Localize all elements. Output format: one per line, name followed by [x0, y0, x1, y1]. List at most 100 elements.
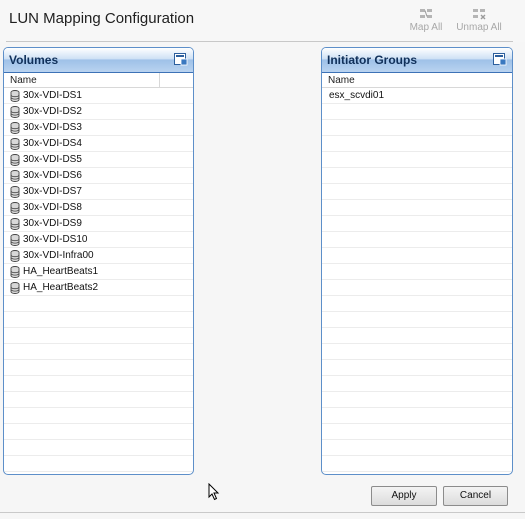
- list-item[interactable]: 30x-VDI-DS4: [4, 136, 193, 152]
- empty-row: [322, 200, 512, 216]
- list-item[interactable]: 30x-VDI-Infra00: [4, 248, 193, 264]
- empty-row: [4, 456, 193, 472]
- database-icon: [10, 282, 20, 294]
- volumes-panel-title: Volumes: [9, 53, 59, 67]
- empty-row: [4, 296, 193, 312]
- empty-row: [322, 296, 512, 312]
- empty-row: [4, 408, 193, 424]
- volumes-column-header[interactable]: Name: [4, 73, 193, 88]
- map-all-button[interactable]: Map All: [404, 6, 448, 36]
- empty-row: [322, 408, 512, 424]
- database-icon: [10, 266, 20, 278]
- map-all-label: Map All: [409, 22, 443, 33]
- panel-options-icon[interactable]: [174, 53, 188, 66]
- database-icon: [10, 138, 20, 150]
- header-divider: [6, 41, 513, 42]
- list-item-label: 30x-VDI-DS9: [23, 218, 82, 229]
- empty-row: [322, 440, 512, 456]
- empty-row: [4, 440, 193, 456]
- list-item-label: 30x-VDI-DS7: [23, 186, 82, 197]
- list-item-label: 30x-VDI-DS8: [23, 202, 82, 213]
- empty-row: [322, 168, 512, 184]
- list-item-label: 30x-VDI-DS1: [23, 90, 82, 101]
- initiator-groups-panel-header: Initiator Groups: [322, 48, 512, 73]
- empty-row: [322, 152, 512, 168]
- panel-options-icon[interactable]: [493, 53, 507, 66]
- empty-row: [322, 344, 512, 360]
- volumes-list: 30x-VDI-DS1 30x-VDI-DS2 30x-VDI-DS3 30x-VDI…: [4, 88, 193, 472]
- window-header: LUN Mapping Configuration Map All Unmap …: [0, 0, 525, 42]
- list-item[interactable]: 30x-VDI-DS9: [4, 216, 193, 232]
- list-item-label: 30x-VDI-DS2: [23, 106, 82, 117]
- page-title: LUN Mapping Configuration: [9, 10, 195, 27]
- list-item[interactable]: 30x-VDI-DS7: [4, 184, 193, 200]
- list-item[interactable]: 30x-VDI-DS6: [4, 168, 193, 184]
- unmap-all-label: Unmap All: [456, 22, 502, 33]
- empty-row: [4, 424, 193, 440]
- database-icon: [10, 218, 20, 230]
- list-item-label: esx_scvdi01: [329, 90, 385, 101]
- map-all-icon: [420, 9, 432, 18]
- list-item-label: HA_HeartBeats2: [23, 282, 99, 293]
- list-item-label: 30x-VDI-DS4: [23, 138, 82, 149]
- initiator-groups-list: esx_scvdi01: [322, 88, 512, 472]
- list-item[interactable]: esx_scvdi01: [322, 88, 512, 104]
- list-item[interactable]: HA_HeartBeats1: [4, 264, 193, 280]
- list-item[interactable]: 30x-VDI-DS5: [4, 152, 193, 168]
- list-item[interactable]: 30x-VDI-DS10: [4, 232, 193, 248]
- initiator-groups-panel: Initiator Groups Name esx_scvdi01: [321, 47, 513, 475]
- list-item[interactable]: 30x-VDI-DS2: [4, 104, 193, 120]
- database-icon: [10, 154, 20, 166]
- empty-row: [322, 264, 512, 280]
- list-item-label: 30x-VDI-Infra00: [23, 250, 94, 261]
- database-icon: [10, 170, 20, 182]
- empty-row: [322, 312, 512, 328]
- database-icon: [10, 122, 20, 134]
- unmap-all-icon: [473, 9, 486, 20]
- cancel-button[interactable]: Cancel: [443, 486, 508, 506]
- initiator-groups-column-name: Name: [328, 75, 355, 86]
- database-icon: [10, 106, 20, 118]
- empty-row: [322, 184, 512, 200]
- empty-row: [4, 344, 193, 360]
- list-item-label: 30x-VDI-DS5: [23, 154, 82, 165]
- empty-row: [4, 376, 193, 392]
- list-item[interactable]: HA_HeartBeats2: [4, 280, 193, 296]
- list-item-label: 30x-VDI-DS10: [23, 234, 88, 245]
- empty-row: [4, 360, 193, 376]
- initiator-groups-column-header[interactable]: Name: [322, 73, 512, 88]
- empty-row: [4, 328, 193, 344]
- empty-row: [322, 120, 512, 136]
- database-icon: [10, 90, 20, 102]
- initiator-groups-panel-title: Initiator Groups: [327, 53, 417, 67]
- empty-row: [322, 136, 512, 152]
- empty-row: [322, 216, 512, 232]
- footer-divider: [0, 512, 525, 513]
- empty-row: [322, 360, 512, 376]
- empty-row: [322, 328, 512, 344]
- list-item[interactable]: 30x-VDI-DS3: [4, 120, 193, 136]
- empty-row: [322, 424, 512, 440]
- list-item[interactable]: 30x-VDI-DS8: [4, 200, 193, 216]
- mouse-cursor-icon: [208, 483, 220, 501]
- list-item-label: 30x-VDI-DS3: [23, 122, 82, 133]
- empty-row: [322, 104, 512, 120]
- column-divider: [159, 73, 160, 88]
- volumes-column-name: Name: [10, 75, 37, 86]
- list-item-label: 30x-VDI-DS6: [23, 170, 82, 181]
- empty-row: [4, 392, 193, 408]
- empty-row: [322, 280, 512, 296]
- volumes-panel: Volumes Name 30x-VDI-DS1 30x-VDI-DS2 30x-V…: [3, 47, 194, 475]
- database-icon: [10, 202, 20, 214]
- unmap-all-button[interactable]: Unmap All: [451, 6, 507, 36]
- empty-row: [322, 456, 512, 472]
- empty-row: [322, 376, 512, 392]
- database-icon: [10, 186, 20, 198]
- volumes-panel-header: Volumes: [4, 48, 193, 73]
- empty-row: [322, 232, 512, 248]
- list-item[interactable]: 30x-VDI-DS1: [4, 88, 193, 104]
- list-item-label: HA_HeartBeats1: [23, 266, 99, 277]
- apply-button[interactable]: Apply: [371, 486, 437, 506]
- empty-row: [322, 392, 512, 408]
- database-icon: [10, 234, 20, 246]
